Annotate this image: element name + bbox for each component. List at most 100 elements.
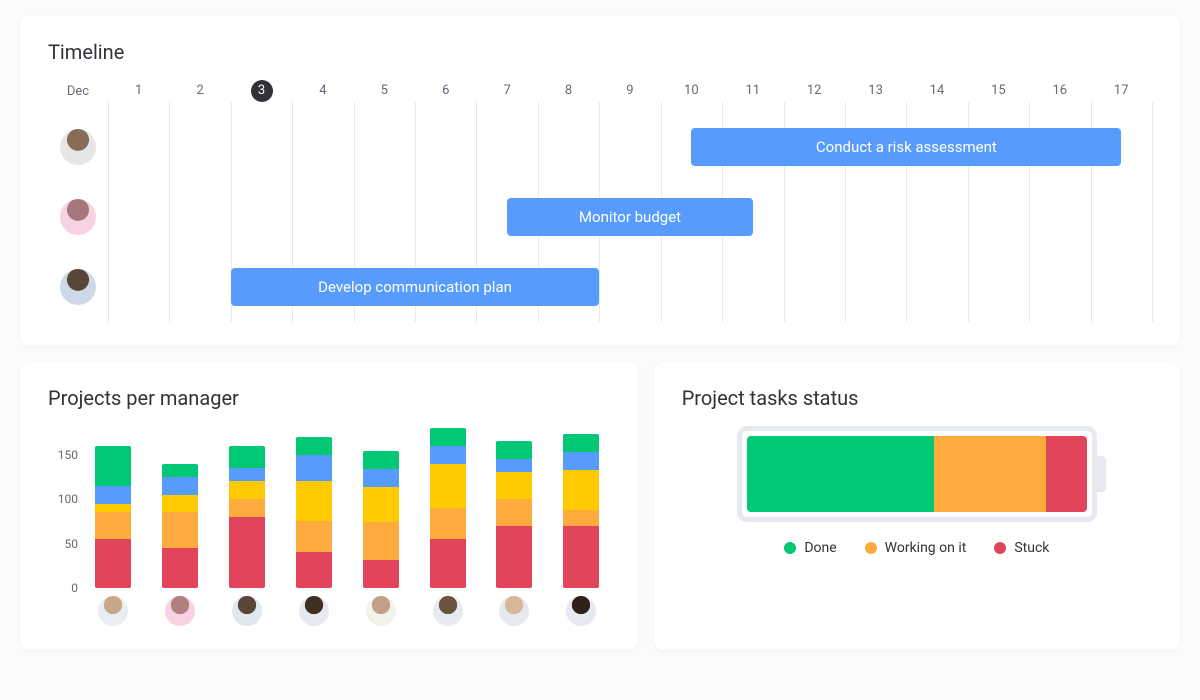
timeline-day-label: 12 bbox=[803, 80, 825, 102]
timeline-day-label: 10 bbox=[680, 80, 702, 102]
bar-segment-green bbox=[430, 428, 466, 446]
manager-avatar bbox=[566, 596, 596, 626]
manager-avatar bbox=[433, 596, 463, 626]
bar-x-avatar[interactable] bbox=[232, 596, 262, 626]
legend-label-working: Working on it bbox=[885, 540, 967, 556]
timeline-task-bar[interactable]: Monitor budget bbox=[507, 198, 753, 236]
battery-cell-working[interactable] bbox=[934, 436, 1046, 512]
stacked-bar[interactable] bbox=[363, 451, 399, 588]
timeline-day-label: 8 bbox=[558, 80, 580, 102]
timeline-day-column[interactable]: 16 bbox=[1029, 80, 1090, 102]
timeline-day-column[interactable]: 5 bbox=[354, 80, 415, 102]
bar-segment-green bbox=[296, 437, 332, 455]
timeline-row-avatar[interactable] bbox=[60, 129, 96, 165]
timeline-row-avatar[interactable] bbox=[60, 269, 96, 305]
timeline-day-column[interactable]: 12 bbox=[783, 80, 844, 102]
bar-segment-green bbox=[563, 434, 599, 452]
bar-segment-green bbox=[162, 464, 198, 477]
bar-column bbox=[352, 451, 409, 626]
manager-avatar bbox=[366, 596, 396, 626]
timeline-body: Conduct a risk assessment Monitor budget D… bbox=[48, 112, 1152, 322]
stacked-bar[interactable] bbox=[496, 441, 532, 588]
bar-segment-orange bbox=[430, 508, 466, 539]
timeline-avatars-column bbox=[48, 112, 108, 322]
bar-x-avatar[interactable] bbox=[366, 596, 396, 626]
timeline-day-label: 4 bbox=[312, 80, 334, 102]
bar-x-avatar[interactable] bbox=[299, 596, 329, 626]
legend-item-working: Working on it bbox=[865, 540, 967, 556]
timeline-day-column[interactable]: 9 bbox=[599, 80, 660, 102]
project-tasks-status-card: Project tasks status Done Working on it … bbox=[654, 362, 1180, 650]
legend-dot-stuck-icon bbox=[994, 542, 1006, 554]
timeline-day-column[interactable]: 11 bbox=[722, 80, 783, 102]
battery-cell-done[interactable] bbox=[747, 436, 934, 512]
timeline-day-column[interactable]: 13 bbox=[845, 80, 906, 102]
timeline-day-column[interactable]: 15 bbox=[968, 80, 1029, 102]
bar-segment-red bbox=[563, 526, 599, 588]
timeline-title: Timeline bbox=[48, 40, 1152, 64]
legend-item-stuck: Stuck bbox=[994, 540, 1049, 556]
bar-segment-red bbox=[496, 526, 532, 588]
timeline-day-label: 16 bbox=[1049, 80, 1071, 102]
stacked-bar[interactable] bbox=[162, 464, 198, 588]
timeline: Dec 1234567891011121314151617 Conduct a … bbox=[48, 80, 1152, 322]
battery-chart bbox=[737, 426, 1097, 522]
projects-per-manager-title: Projects per manager bbox=[48, 386, 610, 410]
timeline-day-label: 2 bbox=[189, 80, 211, 102]
bar-segment-blue bbox=[95, 486, 131, 504]
bar-column bbox=[152, 464, 209, 626]
bar-segment-red bbox=[229, 517, 265, 588]
manager-avatar bbox=[98, 596, 128, 626]
bar-segment-yellow bbox=[563, 470, 599, 510]
manager-avatar bbox=[299, 596, 329, 626]
timeline-day-column[interactable]: 17 bbox=[1091, 80, 1152, 102]
bar-segment-blue bbox=[496, 459, 532, 472]
timeline-task-bar[interactable]: Conduct a risk assessment bbox=[691, 128, 1121, 166]
timeline-day-column[interactable]: 14 bbox=[906, 80, 967, 102]
bottom-row: Projects per manager 050100150 Project t… bbox=[20, 362, 1180, 650]
bar-x-avatar[interactable] bbox=[433, 596, 463, 626]
timeline-day-column[interactable]: 4 bbox=[292, 80, 353, 102]
bar-chart-ytick: 100 bbox=[58, 492, 78, 506]
projects-per-manager-chart: 050100150 bbox=[48, 426, 610, 626]
timeline-day-column[interactable]: 7 bbox=[476, 80, 537, 102]
timeline-bars-layer: Conduct a risk assessment Monitor budget D… bbox=[108, 112, 1152, 322]
bar-x-avatar[interactable] bbox=[499, 596, 529, 626]
bar-segment-yellow bbox=[363, 487, 399, 523]
stacked-bar[interactable] bbox=[296, 437, 332, 588]
battery-cell-stuck[interactable] bbox=[1046, 436, 1087, 512]
timeline-day-column[interactable]: 3 bbox=[231, 80, 292, 102]
timeline-day-column[interactable]: 6 bbox=[415, 80, 476, 102]
timeline-day-label: 17 bbox=[1110, 80, 1132, 102]
bar-segment-blue bbox=[363, 469, 399, 487]
timeline-day-column[interactable]: 10 bbox=[661, 80, 722, 102]
timeline-card: Timeline Dec 1234567891011121314151617 C… bbox=[20, 16, 1180, 346]
timeline-day-label: 6 bbox=[435, 80, 457, 102]
bar-segment-red bbox=[363, 560, 399, 588]
stacked-bar[interactable] bbox=[95, 446, 131, 588]
bar-segment-orange bbox=[162, 512, 198, 548]
bar-chart-bars-area bbox=[84, 426, 610, 626]
bar-x-avatar[interactable] bbox=[98, 596, 128, 626]
stacked-bar[interactable] bbox=[229, 446, 265, 588]
timeline-task-bar[interactable]: Develop communication plan bbox=[231, 268, 599, 306]
timeline-day-column[interactable]: 8 bbox=[538, 80, 599, 102]
stacked-bar[interactable] bbox=[430, 428, 466, 588]
bar-segment-orange bbox=[229, 499, 265, 517]
bar-segment-green bbox=[363, 451, 399, 469]
bar-x-avatar[interactable] bbox=[165, 596, 195, 626]
legend-dot-done-icon bbox=[784, 542, 796, 554]
bar-segment-red bbox=[296, 552, 332, 588]
legend-label-done: Done bbox=[804, 540, 836, 556]
bar-segment-green bbox=[229, 446, 265, 468]
timeline-row-avatar[interactable] bbox=[60, 199, 96, 235]
bar-segment-yellow bbox=[296, 481, 332, 521]
timeline-day-label: 13 bbox=[865, 80, 887, 102]
timeline-day-column[interactable]: 2 bbox=[169, 80, 230, 102]
stacked-bar[interactable] bbox=[563, 434, 599, 588]
bar-segment-green bbox=[95, 446, 131, 486]
bar-segment-orange bbox=[363, 522, 399, 559]
bar-x-avatar[interactable] bbox=[566, 596, 596, 626]
timeline-day-column[interactable]: 1 bbox=[108, 80, 169, 102]
battery-tip bbox=[1092, 456, 1106, 492]
